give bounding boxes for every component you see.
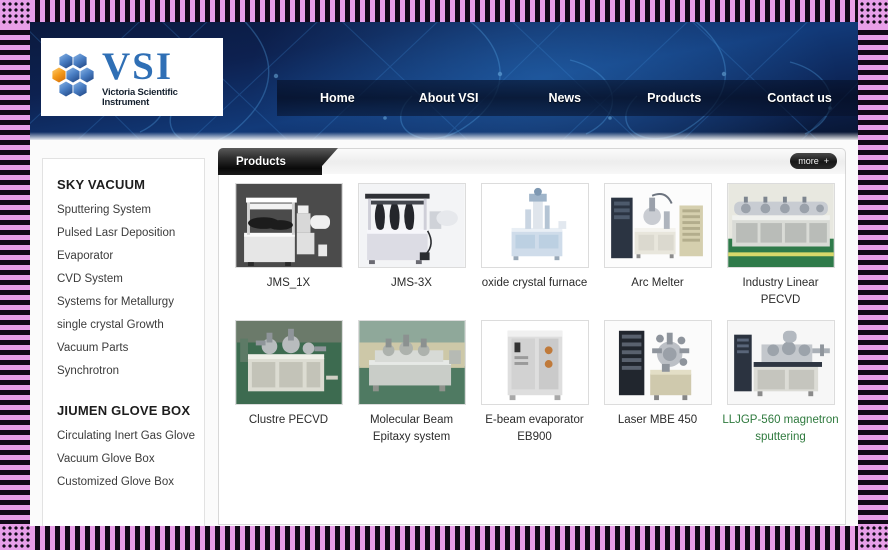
- sidebar-heading-sky-vacuum: SKY VACUUM: [57, 177, 146, 192]
- decorative-border-right: [858, 0, 888, 550]
- product-card-jms-3x[interactable]: JMS-3X: [350, 183, 473, 309]
- product-card-arc-melter[interactable]: Arc Melter: [596, 183, 719, 309]
- product-thumbnail: [357, 320, 466, 405]
- more-button-label: more: [798, 155, 819, 166]
- product-label: E-beam evaporator EB900: [485, 414, 584, 443]
- product-thumbnail: [603, 320, 712, 405]
- product-card-molecular-beam-epitaxy-system[interactable]: Molecular Beam Epitaxy system: [350, 320, 473, 446]
- product-card-industry-linear-pecvd[interactable]: Industry Linear PECVD: [719, 183, 842, 309]
- page-frame: VSI Victoria Scientific Instrument Home …: [0, 0, 888, 550]
- product-card-jms-1x[interactable]: JMS_1X: [227, 183, 350, 309]
- sidebar-heading-jiumen-glove-box: JIUMEN GLOVE BOX: [57, 403, 191, 418]
- product-label: Molecular Beam Epitaxy system: [369, 414, 454, 443]
- site-header-banner: VSI Victoria Scientific Instrument Home …: [30, 22, 858, 140]
- sidebar-item-cvd-system[interactable]: CVD System: [57, 273, 204, 285]
- product-card-lljgp-560-magnetron-sputtering[interactable]: LLJGP-560 magnetron sputtering: [719, 320, 842, 446]
- sidebar-item-single-crystal-growth[interactable]: single crystal Growth: [57, 319, 204, 331]
- products-grid: JMS_1X JMS-3X oxide crystal furnace Arc …: [218, 174, 846, 525]
- sidebar-item-sputtering-system[interactable]: Sputtering System: [57, 204, 204, 216]
- hexagon-cluster-icon: [51, 52, 95, 98]
- product-thumbnail: [726, 183, 835, 268]
- nav-item-home[interactable]: Home: [310, 91, 365, 105]
- nav-item-about-vsi[interactable]: About VSI: [409, 91, 489, 105]
- nav-item-products[interactable]: Products: [637, 91, 711, 105]
- sidebar-item-pulsed-laser-deposition[interactable]: Pulsed Lasr Deposition: [57, 227, 204, 239]
- product-thumbnail: [726, 320, 835, 405]
- sidebar-item-synchrotron[interactable]: Synchrotron: [57, 365, 204, 377]
- product-label: oxide crystal furnace: [481, 277, 588, 289]
- product-card-laser-mbe-450[interactable]: Laser MBE 450: [596, 320, 719, 446]
- sidebar-item-vacuum-parts[interactable]: Vacuum Parts: [57, 342, 204, 354]
- product-label: LLJGP-560 magnetron sputtering: [722, 414, 839, 443]
- products-row: Clustre PECVD Molecular Beam Epitaxy sys…: [227, 320, 839, 446]
- decorative-border-left: [0, 0, 30, 550]
- website-page: VSI Victoria Scientific Instrument Home …: [30, 22, 858, 526]
- nav-item-news[interactable]: News: [538, 91, 591, 105]
- product-thumbnail: [357, 183, 466, 268]
- product-thumbnail: [603, 183, 712, 268]
- decorative-corner-top-left: [0, 0, 30, 26]
- decorative-corner-top-right: [858, 0, 888, 26]
- more-button[interactable]: more +: [790, 153, 837, 169]
- sidebar: SKY VACUUM Sputtering System Pulsed Lasr…: [42, 158, 205, 526]
- product-thumbnail: [234, 183, 343, 268]
- logo-brand-text: VSI: [102, 45, 174, 88]
- product-label: Laser MBE 450: [617, 414, 698, 426]
- product-thumbnail: [480, 320, 589, 405]
- sidebar-item-circulating-inert-gas-glove[interactable]: Circulating Inert Gas Glove: [57, 430, 204, 442]
- product-label: Arc Melter: [631, 277, 684, 289]
- products-panel: Products more + JMS_1X JMS-3X oxide crys…: [218, 148, 846, 526]
- product-card-oxide-crystal-furnace[interactable]: oxide crystal furnace: [473, 183, 596, 309]
- nav-item-contact-us[interactable]: Contact us: [757, 91, 842, 105]
- products-row: JMS_1X JMS-3X oxide crystal furnace Arc …: [227, 183, 837, 309]
- decorative-border-top: [0, 0, 888, 22]
- product-thumbnail: [234, 320, 343, 405]
- product-label: Clustre PECVD: [248, 414, 329, 426]
- decorative-border-bottom: [0, 526, 888, 550]
- sidebar-item-evaporator[interactable]: Evaporator: [57, 250, 204, 262]
- sidebar-item-customized-glove-box[interactable]: Customized Glove Box: [57, 476, 204, 488]
- sidebar-item-systems-for-metallurgy[interactable]: Systems for Metallurgy: [57, 296, 204, 308]
- product-thumbnail: [480, 183, 589, 268]
- product-label: JMS_1X: [266, 277, 311, 289]
- product-label: JMS-3X: [391, 277, 432, 289]
- product-card-ebeam-evaporator-eb900[interactable]: E-beam evaporator EB900: [473, 320, 596, 446]
- tab-products[interactable]: Products: [218, 148, 322, 175]
- sidebar-item-vacuum-glove-box[interactable]: Vacuum Glove Box: [57, 453, 204, 465]
- decorative-corner-bottom-right: [858, 524, 888, 550]
- page-body: SKY VACUUM Sputtering System Pulsed Lasr…: [30, 140, 858, 526]
- tab-products-label: Products: [236, 155, 286, 168]
- products-panel-header: Products more +: [218, 148, 846, 175]
- decorative-corner-bottom-left: [0, 524, 30, 550]
- site-logo[interactable]: VSI Victoria Scientific Instrument: [41, 38, 223, 116]
- product-label: Industry Linear PECVD: [742, 277, 819, 306]
- logo-subtitle: Victoria Scientific Instrument: [102, 87, 178, 108]
- banner-fade-edge: [30, 132, 858, 140]
- product-card-clustre-pecvd[interactable]: Clustre PECVD: [227, 320, 350, 446]
- plus-icon: +: [823, 155, 829, 166]
- main-navigation: Home About VSI News Products Contact us: [277, 80, 858, 116]
